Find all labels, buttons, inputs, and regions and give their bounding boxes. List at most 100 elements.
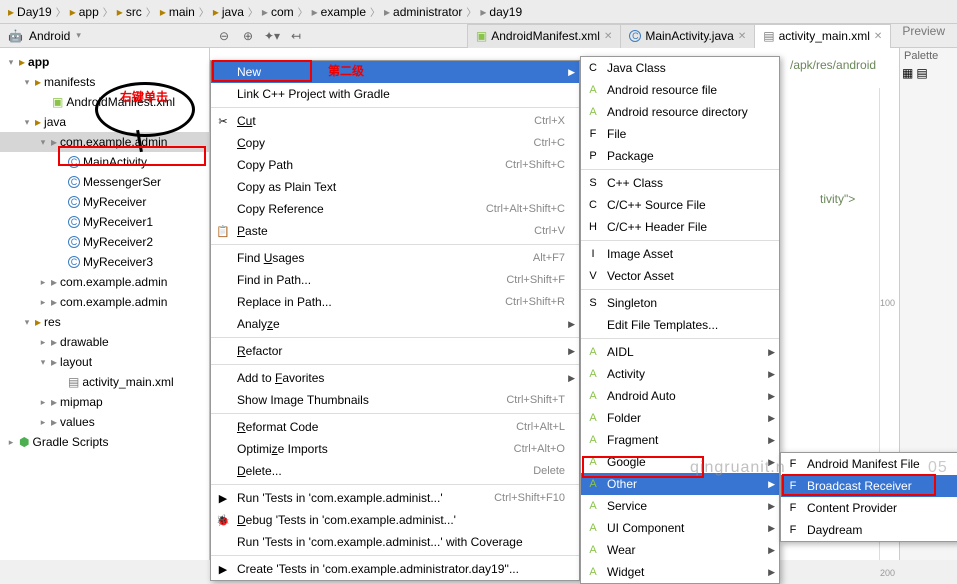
expand-icon[interactable]: ⊕ [240,28,256,44]
menu-item[interactable]: AFolder▶ [581,407,779,429]
tree-class[interactable]: CMyReceiver2 [0,232,209,252]
menu-item[interactable]: 📋PasteCtrl+V [211,220,579,242]
menu-item[interactable]: CopyCtrl+C [211,132,579,154]
menu-item[interactable]: Find UsagesAlt+F7 [211,247,579,269]
menu-item[interactable]: 🐞Debug 'Tests in 'com.example.administ..… [211,509,579,531]
preview-toggle[interactable]: Preview [890,24,957,48]
settings-icon[interactable]: ✦▾ [264,28,280,44]
menu-item[interactable]: Copy as Plain Text [211,176,579,198]
menu-item[interactable]: AAndroid Auto▶ [581,385,779,407]
crumb-0[interactable]: ▸Day19 [6,5,54,19]
menu-item[interactable]: Replace in Path...Ctrl+Shift+R [211,291,579,313]
menu-item[interactable]: Analyze▶ [211,313,579,335]
menu-item[interactable]: AOther▶ [581,473,779,495]
menu-icon: 🐞 [216,513,230,527]
menu-item[interactable]: AAndroid resource directory [581,101,779,123]
tab-activity-main[interactable]: ▤activity_main.xml✕ [754,24,891,48]
menu-item[interactable]: Refactor▶ [211,340,579,362]
menu-item[interactable]: AAndroid resource file [581,79,779,101]
tree-res[interactable]: ▾▸res [0,312,209,332]
crumb-2[interactable]: ▸src [115,5,144,19]
tree-class[interactable]: CMyReceiver1 [0,212,209,232]
tree-class[interactable]: CMyReceiver [0,192,209,212]
menu-item[interactable]: Edit File Templates... [581,314,779,336]
menu-item[interactable]: VVector Asset [581,265,779,287]
tree-manifest-file[interactable]: ▣AndroidManifest.xml [0,92,209,112]
menu-item[interactable]: AActivity▶ [581,363,779,385]
menu-item[interactable]: AAIDL▶ [581,341,779,363]
menu-item[interactable]: AWidget▶ [581,561,779,583]
menu-item[interactable]: CC/C++ Source File [581,194,779,216]
menu-item[interactable]: AWear▶ [581,539,779,561]
collapse-icon[interactable]: ⊖ [216,28,232,44]
menu-item[interactable]: PPackage [581,145,779,167]
menu-item[interactable]: AService▶ [581,495,779,517]
tree-mipmap[interactable]: ▸▸mipmap [0,392,209,412]
crumb-8[interactable]: ▸day19 [478,5,524,19]
menu-item[interactable]: Add to Favorites▶ [211,367,579,389]
menu-item[interactable]: Show Image ThumbnailsCtrl+Shift+T [211,389,579,411]
tree-package[interactable]: ▾▸com.example.admin [0,132,209,152]
tree-class[interactable]: CMainActivity [0,152,209,172]
menu-item[interactable]: ▶Run 'Tests in 'com.example.administ...'… [211,487,579,509]
menu-item[interactable]: ▶Create 'Tests in 'com.example.administr… [211,558,579,580]
menu-item[interactable]: AFragment▶ [581,429,779,451]
menu-icon: F [786,523,800,537]
class-icon: C [68,176,80,188]
menu-item[interactable]: CJava Class [581,57,779,79]
tree-java[interactable]: ▾▸java [0,112,209,132]
close-icon[interactable]: ✕ [738,31,746,42]
menu-icon: A [586,389,600,403]
crumb-4[interactable]: ▸java [211,5,246,19]
menu-item[interactable]: Copy ReferenceCtrl+Alt+Shift+C [211,198,579,220]
list-icon[interactable]: ▤ [916,66,927,80]
menu-item[interactable]: AUI Component▶ [581,517,779,539]
menu-item[interactable]: SSingleton [581,292,779,314]
project-tree: ▾▸app ▾▸manifests ▣AndroidManifest.xml ▾… [0,48,210,560]
dropdown-icon[interactable]: ▾ [76,30,81,41]
tree-layout-file[interactable]: ▤activity_main.xml [0,372,209,392]
menu-item[interactable]: Find in Path...Ctrl+Shift+F [211,269,579,291]
close-icon[interactable]: ✕ [874,31,882,42]
menu-item[interactable]: Copy PathCtrl+Shift+C [211,154,579,176]
tree-class[interactable]: CMessengerSer [0,172,209,192]
tree-values[interactable]: ▸▸values [0,412,209,432]
menu-item[interactable]: Link C++ Project with Gradle [211,83,579,105]
crumb-7[interactable]: ▸administrator [382,5,464,19]
tree-class[interactable]: CMyReceiver3 [0,252,209,272]
tab-manifest[interactable]: ▣AndroidManifest.xml✕ [467,24,621,48]
crumb-1[interactable]: ▸app [68,5,101,19]
tree-layout[interactable]: ▾▸layout [0,352,209,372]
tree-drawable[interactable]: ▸▸drawable [0,332,209,352]
menu-item[interactable]: Delete...Delete [211,460,579,482]
menu-item[interactable]: AGoogle▶ [581,451,779,473]
crumb-5[interactable]: ▸com [260,5,296,19]
menu-item[interactable]: New▶ [211,61,579,83]
crumb-3[interactable]: ▸main [158,5,197,19]
menu-item[interactable]: FContent Provider [781,497,957,519]
menu-item[interactable]: FAndroid Manifest File [781,453,957,475]
menu-item[interactable]: Reformat CodeCtrl+Alt+L [211,416,579,438]
tree-gradle[interactable]: ▸⬢Gradle Scripts [0,432,209,452]
hide-icon[interactable]: ↤ [288,28,304,44]
menu-item[interactable]: Optimize ImportsCtrl+Alt+O [211,438,579,460]
menu-item[interactable]: HC/C++ Header File [581,216,779,238]
grid-icon[interactable]: ▦ [902,66,913,80]
crumb-6[interactable]: ▸example [310,5,368,19]
close-icon[interactable]: ✕ [604,31,612,42]
module-selector[interactable]: Android [29,29,70,43]
menu-item[interactable]: FFile [581,123,779,145]
tree-package[interactable]: ▸▸com.example.admin [0,272,209,292]
menu-item[interactable]: IImage Asset [581,243,779,265]
menu-icon: A [586,105,600,119]
tree-manifests[interactable]: ▾▸manifests [0,72,209,92]
menu-item[interactable]: FDaydream [781,519,957,541]
tree-app[interactable]: ▾▸app [0,52,209,72]
menu-item[interactable]: FBroadcast Receiver [781,475,957,497]
menu-item[interactable]: SC++ Class [581,172,779,194]
menu-icon: A [586,455,600,469]
tab-mainactivity[interactable]: CMainActivity.java✕ [620,24,755,48]
menu-item[interactable]: Run 'Tests in 'com.example.administ...' … [211,531,579,553]
tree-package[interactable]: ▸▸com.example.admin [0,292,209,312]
menu-item[interactable]: ✂CutCtrl+X [211,110,579,132]
